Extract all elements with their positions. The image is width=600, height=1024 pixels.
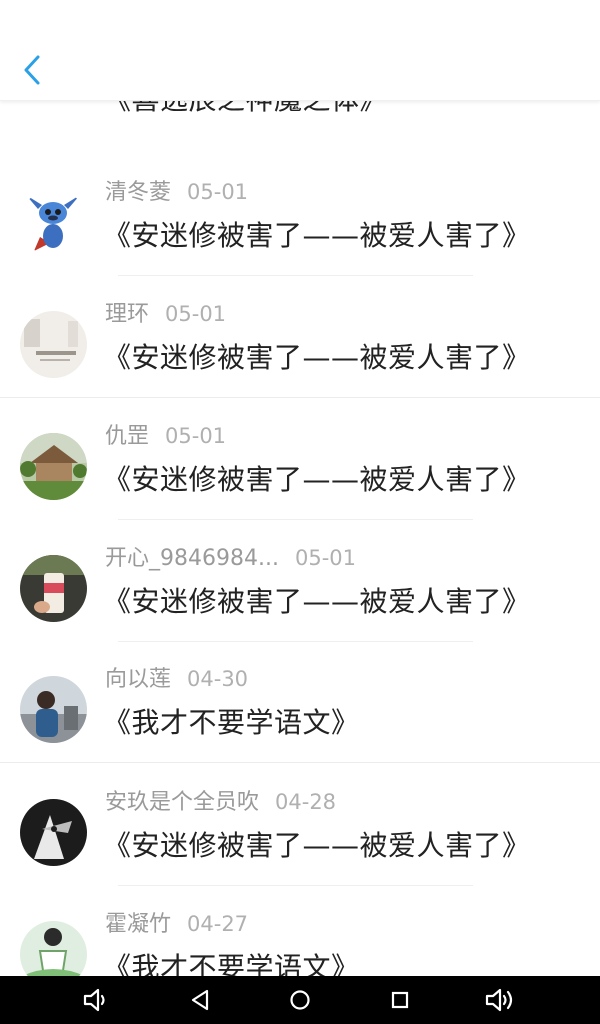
article-title[interactable]: 《安迷修被害了——被爱人害了》 <box>103 828 531 864</box>
list-item[interactable]: 开心_9846984... 05-01 《安迷修被害了——被爱人害了》 <box>0 522 600 642</box>
back-button[interactable] <box>14 50 50 90</box>
list-item[interactable]: 理环 05-01 《安迷修被害了——被爱人害了》 <box>0 278 600 398</box>
divider <box>118 641 473 642</box>
comment-date: 05-01 <box>187 180 249 204</box>
home-nav-button[interactable] <box>284 984 316 1016</box>
back-triangle-icon <box>191 989 209 1011</box>
avatar[interactable] <box>20 311 87 378</box>
divider <box>0 397 600 398</box>
list-item[interactable]: 向以莲 04-30 《我才不要学语文》 <box>0 643 600 763</box>
comment-meta: 安玖是个全员吹 04-28 <box>105 788 336 817</box>
avatar[interactable] <box>20 676 87 743</box>
list-item[interactable]: 安玖是个全员吹 04-28 《安迷修被害了——被爱人害了》 <box>0 766 600 886</box>
comment-date: 04-30 <box>187 667 249 691</box>
volume-down-icon <box>83 988 105 1012</box>
comment-meta: 理环 05-01 <box>105 300 226 329</box>
volume-down-button[interactable] <box>80 984 112 1016</box>
user-name[interactable]: 安玖是个全员吹 <box>105 790 259 815</box>
article-title[interactable]: 《我才不要学语文》 <box>103 705 360 741</box>
home-circle-icon <box>290 990 310 1010</box>
comment-date: 04-27 <box>187 912 249 936</box>
avatar[interactable] <box>20 433 87 500</box>
volume-up-icon <box>485 988 513 1012</box>
article-title[interactable]: 《我才不要学语文》 <box>103 950 360 976</box>
comment-date: 05-01 <box>294 546 356 570</box>
recents-nav-button[interactable] <box>384 984 416 1016</box>
volume-up-button[interactable] <box>484 984 516 1016</box>
recents-square-icon <box>391 991 409 1009</box>
avatar[interactable] <box>20 555 87 622</box>
divider <box>0 762 600 763</box>
article-title[interactable]: 《安迷修被害了——被爱人害了》 <box>103 584 531 620</box>
list-item[interactable]: 仇罡 05-01 《安迷修被害了——被爱人害了》 <box>0 400 600 520</box>
user-name[interactable]: 开心_9846984... <box>105 546 279 571</box>
back-nav-button[interactable] <box>184 984 216 1016</box>
comment-list[interactable]: 《喜逃辰之神魔之体》 清冬菱05-01 <box>0 0 600 976</box>
comment-date: 04-28 <box>275 790 337 814</box>
comment-meta: 清冬菱 05-01 <box>105 178 248 207</box>
chevron-left-icon <box>24 55 40 85</box>
top-bar <box>0 0 600 101</box>
avatar[interactable] <box>20 189 87 256</box>
user-name[interactable]: 理环 <box>105 302 149 327</box>
user-name[interactable]: 霍凝竹 <box>105 912 171 937</box>
comment-meta: 向以莲 04-30 <box>105 665 248 694</box>
avatar[interactable] <box>20 799 87 866</box>
comment-date: 05-01 <box>165 424 227 448</box>
comment-meta: 仇罡 05-01 <box>105 422 226 451</box>
comment-list-screen: 《喜逃辰之神魔之体》 清冬菱05-01 <box>0 0 600 1024</box>
user-name[interactable]: 仇罡 <box>105 424 149 449</box>
article-title[interactable]: 《安迷修被害了——被爱人害了》 <box>103 340 531 376</box>
article-title[interactable]: 《安迷修被害了——被爱人害了》 <box>103 462 531 498</box>
user-name[interactable]: 清冬菱 <box>105 180 171 205</box>
divider <box>118 275 473 276</box>
divider <box>118 519 473 520</box>
comment-meta: 霍凝竹 04-27 <box>105 910 248 939</box>
comment-date: 05-01 <box>165 302 227 326</box>
comment-meta: 开心_9846984... 05-01 <box>105 544 356 573</box>
avatar[interactable] <box>20 921 87 976</box>
article-title[interactable]: 《安迷修被害了——被爱人害了》 <box>103 218 531 254</box>
list-item[interactable]: 清冬菱 05-01 《安迷修被害了——被爱人害了》 <box>0 156 600 276</box>
system-nav-bar <box>0 976 600 1024</box>
divider <box>118 885 473 886</box>
list-item[interactable]: 霍凝竹 04-27 《我才不要学语文》 <box>0 888 600 976</box>
user-name[interactable]: 向以莲 <box>105 667 171 692</box>
